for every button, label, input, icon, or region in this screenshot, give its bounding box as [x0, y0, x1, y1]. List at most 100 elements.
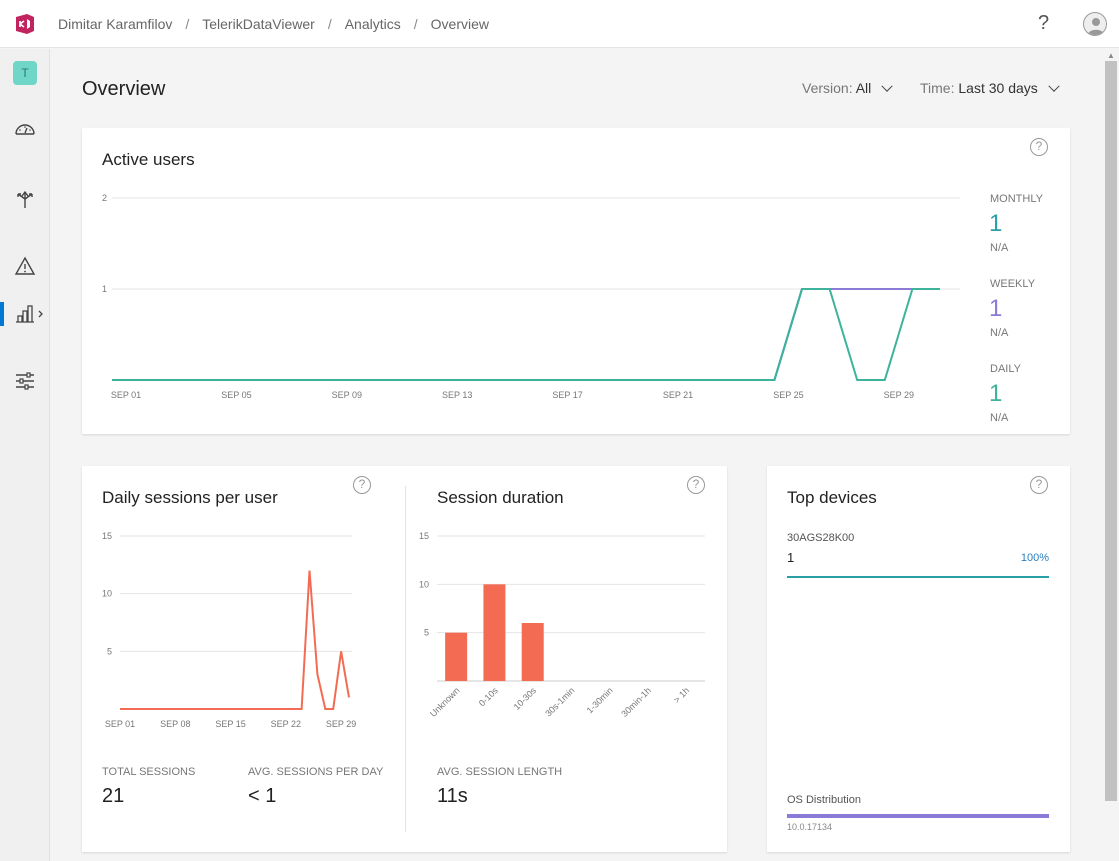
active-users-chart: 1 2 SEP 01 SEP 05 SEP 09 SEP 13 SEP 17 SEP 21 SE…: [102, 193, 960, 400]
y-tick-label: 2: [102, 193, 107, 203]
breadcrumb-separator: /: [185, 16, 190, 32]
chevron-down-icon: [1047, 80, 1060, 92]
os-version: 10.0.17134: [787, 822, 833, 832]
series-line-weekly: [112, 288, 940, 381]
chevron-down-icon: [881, 80, 893, 92]
avatar[interactable]: [1083, 12, 1107, 36]
device-name: 30AGS28K00: [787, 532, 855, 544]
x-tick-label: SEP 08: [160, 719, 190, 729]
dashboard-gauge-icon[interactable]: [13, 117, 37, 141]
time-filter[interactable]: Time: Last 30 days: [920, 80, 1060, 96]
x-tick-label: SEP 01: [105, 719, 135, 729]
scroll-up-arrow-icon[interactable]: ▲: [1107, 51, 1115, 60]
warning-icon[interactable]: [13, 254, 37, 278]
team-badge[interactable]: T: [13, 61, 37, 85]
series-line-monthly: [112, 288, 940, 381]
top-devices-title: Top devices: [787, 488, 877, 507]
x-tick-label: > 1h: [672, 685, 692, 705]
help-circle-icon[interactable]: ?: [1030, 138, 1048, 156]
weekly-label: WEEKLY: [990, 278, 1036, 290]
x-tick-label: SEP 25: [773, 390, 803, 400]
panel-divider: [405, 486, 406, 832]
session-duration-title: Session duration: [437, 488, 564, 507]
weekly-change: N/A: [990, 327, 1009, 339]
help-icon[interactable]: ?: [1038, 12, 1049, 35]
breadcrumb-item-account[interactable]: Dimitar Karamfilov: [58, 16, 172, 32]
x-tick-label: 30s-1min: [543, 685, 576, 718]
duration-bar: [521, 623, 544, 681]
time-filter-label: Time:: [920, 80, 955, 96]
breadcrumb-separator: /: [327, 16, 332, 32]
time-filter-value: Last 30 days: [958, 80, 1038, 96]
daily-change: N/A: [990, 412, 1009, 424]
y-tick-label: 10: [419, 579, 429, 589]
top-devices-card: Top devices ? 30AGS28K00 1 100% OS Distr…: [767, 466, 1070, 852]
sessions-series-line: [120, 570, 350, 710]
daily-value: 1: [989, 380, 1003, 407]
y-tick-label: 15: [102, 531, 112, 541]
analytics-chart-icon[interactable]: [13, 302, 47, 326]
scroll-thumb[interactable]: [1105, 61, 1117, 801]
help-circle-icon[interactable]: ?: [687, 476, 705, 494]
x-tick-label: SEP 13: [442, 390, 472, 400]
monthly-label: MONTHLY: [990, 193, 1043, 205]
version-filter-label: Version:: [802, 80, 853, 96]
sessions-card: Daily sessions per user ? 5 10 15 SEP 01 SEP…: [82, 466, 727, 852]
device-count: 1: [787, 550, 795, 565]
app-logo-icon[interactable]: [13, 12, 37, 36]
breadcrumb-separator: /: [413, 16, 418, 32]
daily-sessions-title: Daily sessions per user: [102, 488, 278, 507]
breadcrumb-item-section[interactable]: Analytics: [345, 16, 401, 32]
total-sessions-value: 21: [102, 785, 125, 807]
x-tick-label: 0-10s: [477, 685, 500, 708]
y-tick-label: 5: [424, 628, 429, 638]
avg-session-length-label: AVG. SESSION LENGTH: [437, 766, 563, 778]
os-distribution-bar: [787, 814, 1049, 818]
x-tick-label: SEP 09: [332, 390, 362, 400]
breadcrumb-item-app[interactable]: TelerikDataViewer: [202, 16, 315, 32]
x-tick-label: SEP 17: [552, 390, 582, 400]
device-percent: 100%: [1020, 552, 1049, 564]
avg-session-length-value: 11s: [437, 785, 468, 807]
version-filter[interactable]: Version: All: [802, 80, 893, 96]
avg-sessions-value: < 1: [248, 785, 277, 807]
x-tick-label: 1-30min: [585, 685, 615, 715]
distribute-icon[interactable]: [13, 187, 37, 211]
y-tick-label: 1: [102, 284, 107, 294]
help-circle-icon[interactable]: ?: [1030, 476, 1048, 494]
x-tick-label: SEP 21: [663, 390, 693, 400]
active-users-card: Active users ? 1 2 SEP 01 SEP 05 SEP 09 SEP 1…: [82, 128, 1070, 434]
weekly-value: 1: [989, 295, 1003, 322]
monthly-value: 1: [989, 210, 1003, 237]
x-tick-label: SEP 29: [326, 719, 356, 729]
user-icon: [1088, 18, 1104, 35]
y-tick-label: 15: [419, 531, 429, 541]
x-tick-label: SEP 22: [271, 719, 301, 729]
active-users-title: Active users: [102, 150, 195, 169]
y-tick-label: 10: [102, 589, 112, 599]
x-tick-label: SEP 01: [111, 390, 141, 400]
help-circle-icon[interactable]: ?: [353, 476, 371, 494]
total-sessions-label: TOTAL SESSIONS: [102, 766, 196, 778]
monthly-change: N/A: [990, 242, 1009, 254]
session-duration-chart: 5 10 15 Unknown 0-10s 10-30s 30s-1min 1-30min 30…: [419, 531, 705, 719]
x-tick-label: 30min-1h: [619, 685, 653, 719]
active-nav-indicator: [0, 302, 4, 326]
top-bar: Dimitar Karamfilov / TelerikDataViewer /…: [0, 0, 1119, 48]
x-tick-label: SEP 15: [215, 719, 245, 729]
breadcrumb-item-current: Overview: [430, 16, 489, 32]
settings-sliders-icon[interactable]: [13, 369, 37, 393]
avg-sessions-label: AVG. SESSIONS PER DAY: [248, 766, 384, 778]
daily-label: DAILY: [990, 363, 1021, 375]
x-tick-label: Unknown: [428, 685, 462, 719]
x-tick-label: SEP 05: [221, 390, 251, 400]
series-line-daily: [112, 288, 940, 381]
version-filter-value: All: [855, 80, 872, 96]
page-title: Overview: [82, 78, 166, 100]
breadcrumb: Dimitar Karamfilov / TelerikDataViewer /…: [58, 16, 489, 32]
duration-bar: [483, 584, 506, 681]
scrollbar[interactable]: ▲: [1104, 49, 1119, 861]
y-tick-label: 5: [107, 646, 112, 656]
x-tick-label: 10-30s: [512, 685, 539, 712]
side-nav: T: [0, 49, 50, 861]
